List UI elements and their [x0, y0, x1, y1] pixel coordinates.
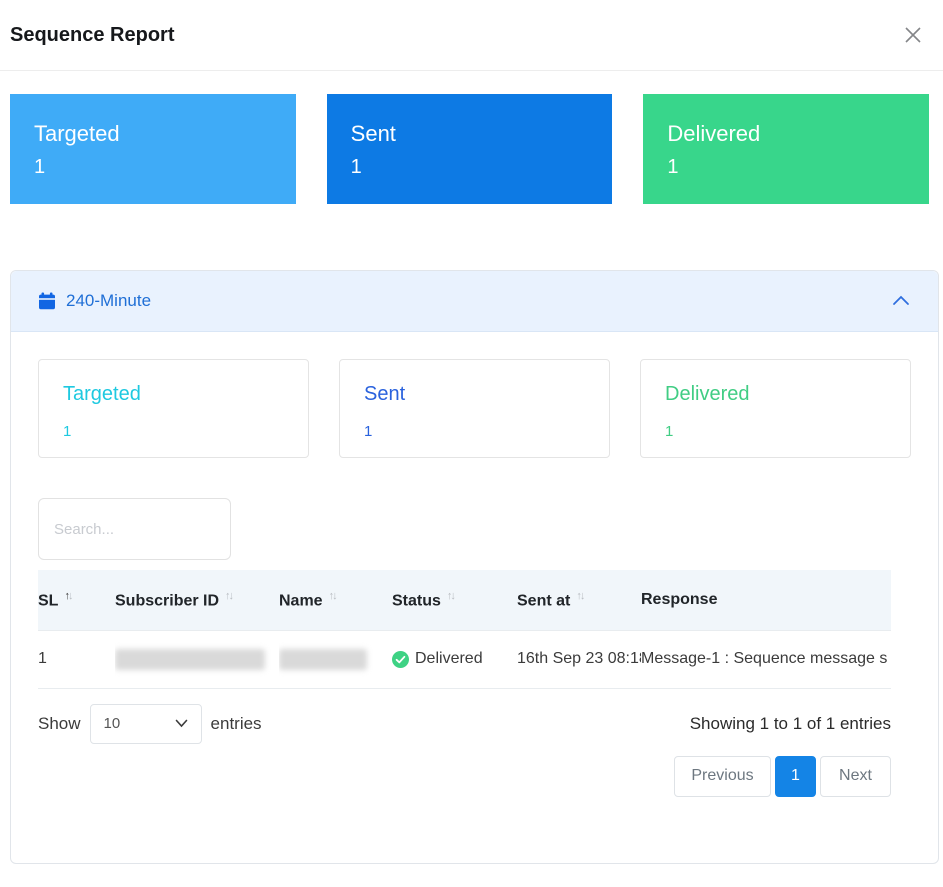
inner-stat-row: Targeted 1 Sent 1 Delivered 1: [38, 359, 911, 458]
cell-subscriber-id: [115, 630, 279, 688]
status-label: Delivered: [415, 650, 483, 668]
summary-card-value: 1: [667, 156, 929, 179]
page-1-button[interactable]: 1: [775, 756, 816, 797]
stat-card-value: 1: [364, 423, 609, 440]
stat-card-sent: Sent 1: [339, 359, 610, 458]
chevron-up-icon: [891, 294, 911, 308]
collapse-toggle[interactable]: [891, 294, 911, 308]
entries-label: entries: [211, 714, 262, 734]
summary-card-label: Sent: [351, 121, 613, 147]
close-icon: [902, 24, 924, 46]
sort-icon[interactable]: ↑↓: [576, 590, 583, 602]
summary-card-value: 1: [34, 156, 296, 179]
modal-header: Sequence Report: [0, 0, 943, 71]
column-header-subscriber-id[interactable]: Subscriber ID↑↓: [115, 570, 279, 630]
sort-icon[interactable]: ↑↓: [225, 590, 232, 602]
panel-body: Targeted 1 Sent 1 Delivered 1: [11, 332, 938, 863]
calendar-icon: [38, 292, 56, 310]
sort-icon[interactable]: ↑↓: [447, 590, 454, 602]
summary-card-value: 1: [351, 156, 613, 179]
table-footer: Show 10 entries Showing 1 to 1 of 1 entr…: [38, 704, 891, 744]
sort-icon[interactable]: ↑↓: [64, 590, 71, 602]
check-circle-icon: [392, 651, 409, 668]
column-header-status[interactable]: Status↑↓: [392, 570, 517, 630]
panel-title: 240-Minute: [66, 291, 151, 311]
search-input[interactable]: [38, 498, 231, 560]
summary-card-label: Targeted: [34, 121, 296, 147]
stat-card-label: Delivered: [665, 383, 910, 406]
entries-info: Showing 1 to 1 of 1 entries: [690, 714, 891, 734]
page-size-select[interactable]: 10: [90, 704, 202, 744]
stat-card-label: Targeted: [63, 383, 308, 406]
close-button[interactable]: [899, 21, 927, 49]
cell-sent-at: 16th Sep 23 08:18: [517, 630, 641, 688]
page-size-group: Show 10 entries: [38, 704, 262, 744]
summary-card-delivered: Delivered 1: [643, 94, 929, 204]
summary-card-targeted: Targeted 1: [10, 94, 296, 204]
previous-page-button[interactable]: Previous: [674, 756, 771, 797]
cell-name: [279, 630, 392, 688]
sequence-panel: 240-Minute Targeted 1 Sent 1 Delivered 1: [10, 270, 939, 864]
table-header-row: SL↑↓ Subscriber ID↑↓ Name↑↓ Status↑↓ Sen…: [38, 570, 891, 630]
column-header-name[interactable]: Name↑↓: [279, 570, 392, 630]
column-header-sl[interactable]: SL↑↓: [38, 570, 115, 630]
sort-icon[interactable]: ↑↓: [329, 590, 336, 602]
redacted-name: [279, 649, 367, 670]
summary-card-label: Delivered: [667, 121, 929, 147]
page-size-value: 10: [104, 715, 121, 732]
cell-status: Delivered: [392, 630, 517, 688]
redacted-subscriber-id: [115, 649, 265, 670]
report-table: SL↑↓ Subscriber ID↑↓ Name↑↓ Status↑↓ Sen…: [38, 570, 891, 689]
next-page-button[interactable]: Next: [820, 756, 891, 797]
summary-card-sent: Sent 1: [327, 94, 613, 204]
cell-sl: 1: [38, 630, 115, 688]
cell-response: Message-1 : Sequence message s: [641, 630, 891, 688]
panel-header-240-minute[interactable]: 240-Minute: [11, 271, 938, 332]
show-label: Show: [38, 714, 81, 734]
stat-card-value: 1: [665, 423, 910, 440]
table-row: 1 Delivered 16th Sep 23 08:18 Me: [38, 630, 891, 688]
pagination: Previous 1 Next: [38, 756, 891, 797]
stat-card-targeted: Targeted 1: [38, 359, 309, 458]
modal-title: Sequence Report: [10, 24, 174, 47]
stat-card-label: Sent: [364, 383, 609, 406]
chevron-down-icon: [175, 719, 188, 728]
column-header-sent-at[interactable]: Sent at↑↓: [517, 570, 641, 630]
stat-card-delivered: Delivered 1: [640, 359, 911, 458]
column-header-response[interactable]: Response: [641, 570, 891, 630]
stat-card-value: 1: [63, 423, 308, 440]
summary-cards-row: Targeted 1 Sent 1 Delivered 1: [10, 94, 929, 204]
